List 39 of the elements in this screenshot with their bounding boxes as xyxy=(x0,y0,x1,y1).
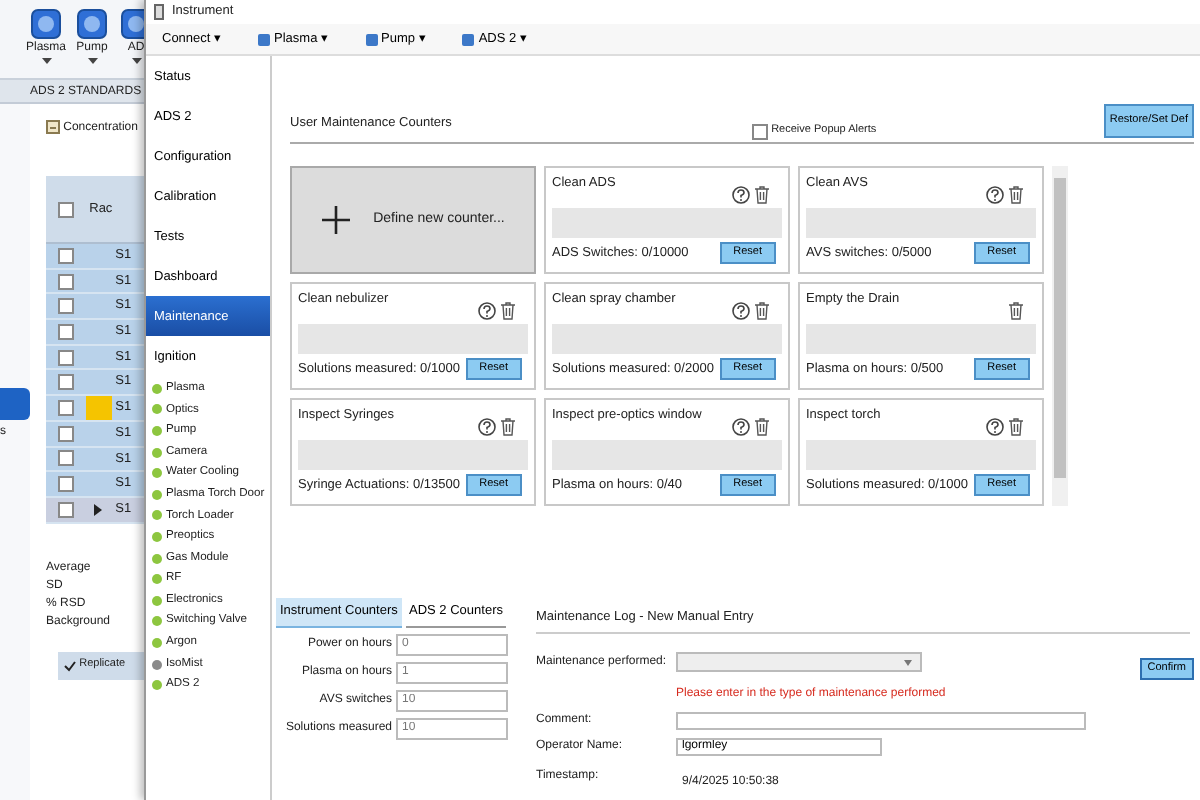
checkbox[interactable] xyxy=(58,349,74,366)
checkbox[interactable] xyxy=(58,399,74,416)
help-icon[interactable] xyxy=(478,302,497,320)
help-icon[interactable] xyxy=(732,418,751,436)
trash-icon[interactable] xyxy=(754,302,770,320)
document-icon[interactable] xyxy=(46,120,60,134)
scrollbar[interactable] xyxy=(1052,166,1068,506)
checkbox[interactable] xyxy=(58,273,74,290)
checkbox[interactable] xyxy=(58,298,74,315)
trash-icon[interactable] xyxy=(500,302,516,320)
toolbar-app-icon[interactable] xyxy=(76,8,108,40)
help-icon[interactable] xyxy=(732,302,751,320)
caret-icon[interactable] xyxy=(131,58,141,64)
checkbox[interactable] xyxy=(58,247,74,264)
trash-icon[interactable] xyxy=(754,418,770,436)
toolbar-app-icon[interactable] xyxy=(120,8,144,40)
help-icon[interactable] xyxy=(986,186,1005,204)
trash-icon[interactable] xyxy=(1008,418,1024,436)
help-icon[interactable] xyxy=(732,186,751,204)
help-icon[interactable] xyxy=(986,418,1005,436)
checkbox[interactable] xyxy=(58,476,74,493)
caret-icon[interactable] xyxy=(87,58,97,64)
checkbox[interactable] xyxy=(58,450,74,467)
checkbox[interactable] xyxy=(58,501,74,518)
plus-icon xyxy=(321,206,350,234)
checkbox[interactable] xyxy=(58,425,74,442)
trash-icon[interactable] xyxy=(1008,302,1024,320)
checkbox[interactable] xyxy=(751,123,768,139)
trash-icon[interactable] xyxy=(754,186,770,204)
app-icon xyxy=(154,4,164,20)
checkbox[interactable] xyxy=(58,374,74,391)
toolbar-app-icon[interactable] xyxy=(30,8,62,40)
trash-icon[interactable] xyxy=(1008,186,1024,204)
help-icon[interactable] xyxy=(478,418,497,436)
caret-icon[interactable] xyxy=(41,58,51,64)
input-field[interactable] xyxy=(676,711,1086,730)
trash-icon[interactable] xyxy=(500,418,516,436)
checkbox[interactable] xyxy=(58,201,74,217)
checkbox[interactable] xyxy=(58,323,74,340)
